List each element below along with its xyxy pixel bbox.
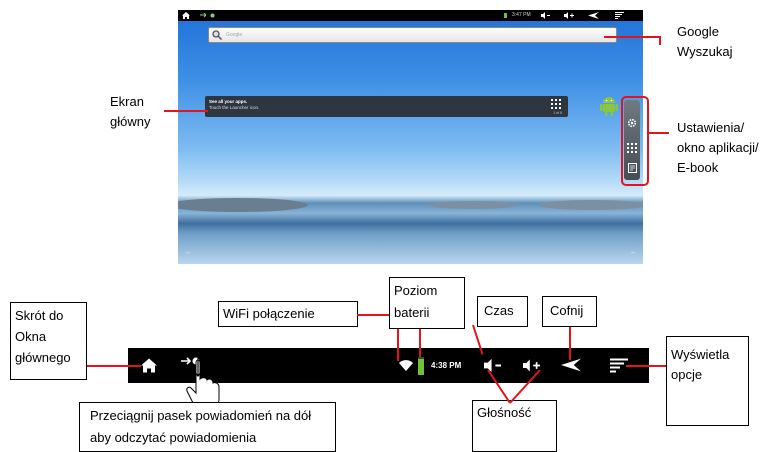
callout-settings-apps-ebook: Ustawienia/ okno aplikacji/ E-book: [677, 120, 759, 175]
page-dots-left: ••: [186, 251, 191, 257]
callout-volume: Głośność: [472, 400, 557, 452]
callout-time: Czas: [477, 296, 528, 327]
widget-subtitle: Touch the Launcher icon.: [209, 105, 260, 110]
callout-highlight-box: [621, 96, 649, 186]
callout-line: [419, 329, 421, 357]
android-robot-icon: [600, 97, 618, 116]
wifi-icon: [399, 360, 413, 371]
island-shape: [538, 200, 643, 210]
back-icon[interactable]: [588, 12, 599, 19]
callout-line: [647, 132, 669, 134]
debug-icon: [210, 13, 215, 18]
launcher-tip-widget: See all your apps. Touch the Launcher ic…: [205, 96, 568, 117]
menu-icon[interactable]: [615, 12, 624, 19]
page-dots-right: ••: [631, 251, 636, 257]
widget-title: See all your apps.: [209, 99, 248, 104]
callout-wifi: WiFi połączenie: [218, 301, 358, 327]
search-placeholder: Google: [226, 32, 243, 38]
status-time: 3:47 PM: [512, 12, 531, 18]
callout-line: [659, 36, 661, 45]
home-icon[interactable]: [141, 358, 157, 373]
home-icon[interactable]: [182, 12, 190, 19]
volume-down-icon[interactable]: [541, 12, 550, 19]
callout-home-shortcut: Skrót do Okna głównego: [10, 302, 87, 380]
tablet-screen: 3:47 PM Google See all your apps. Touch …: [178, 10, 643, 264]
callout-line: [604, 36, 660, 38]
usb-icon: [200, 13, 206, 18]
callout-line: [87, 365, 141, 367]
callout-back: Cofnij: [542, 296, 597, 327]
widget-page-indicator: 1 of 5: [553, 111, 562, 115]
callout-battery: Poziom baterii: [389, 277, 465, 329]
google-search-bar[interactable]: Google: [208, 27, 617, 43]
callout-line: [487, 370, 541, 404]
search-icon: [212, 30, 222, 40]
callout-drag-notifications: Przeciągnij pasek powiadomień na dół aby…: [79, 402, 336, 452]
callout-line: [164, 110, 208, 112]
island-shape: [428, 201, 518, 209]
bar-time: 4:38 PM: [431, 361, 462, 370]
callout-line: [626, 365, 666, 367]
status-bar: 3:47 PM: [178, 10, 643, 21]
battery-icon: [418, 357, 424, 375]
callout-home-screen: Ekran główny: [110, 94, 151, 129]
back-icon[interactable]: [561, 358, 581, 372]
callout-line: [569, 327, 571, 360]
app-grid-icon[interactable]: [551, 99, 561, 109]
volume-up-icon[interactable]: [564, 12, 574, 19]
battery-icon: [504, 13, 507, 18]
island-shape: [178, 198, 308, 212]
callout-google-search: Google Wyszukaj: [677, 24, 733, 59]
callout-options: Wyświetla opcje: [666, 336, 749, 426]
